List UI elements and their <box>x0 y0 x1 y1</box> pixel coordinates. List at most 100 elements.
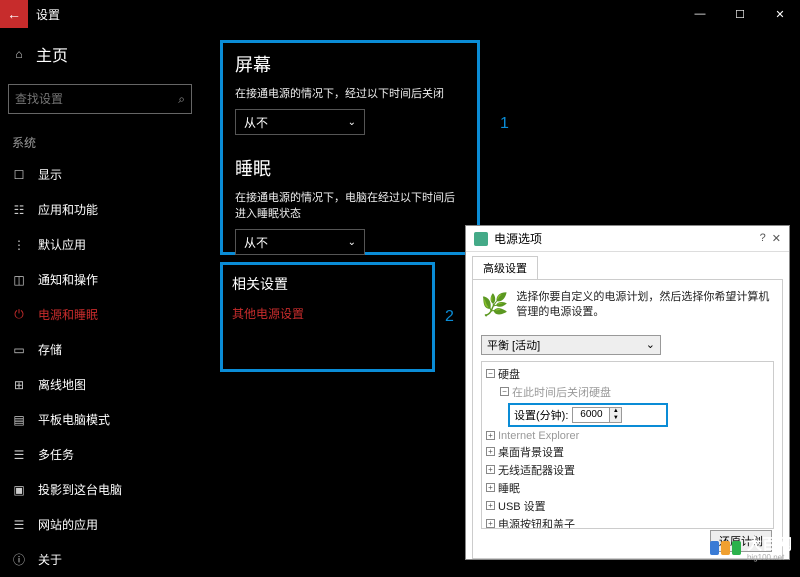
watermark: 大百网 big100.net <box>710 533 792 562</box>
tree-item[interactable]: +睡眠 <box>486 479 769 497</box>
sidebar-item-display[interactable]: ☐ 显示 <box>0 157 200 192</box>
close-button[interactable]: ✕ <box>760 0 800 28</box>
watermark-logo <box>710 541 741 555</box>
title-bar: ← 设置 — ☐ ✕ <box>0 0 800 28</box>
tree-item[interactable]: +USB 设置 <box>486 497 769 515</box>
tree-item-label: USB 设置 <box>498 498 546 514</box>
dialog-help-button[interactable]: ? <box>760 232 766 245</box>
tree-item-label: 在此时间后关闭硬盘 <box>512 384 611 400</box>
tree-item-label: 睡眠 <box>498 480 520 496</box>
timeout-value: 6000 <box>573 408 609 422</box>
expand-icon[interactable]: + <box>486 447 495 456</box>
annotation-number-1: 1 <box>500 115 509 133</box>
tree-item[interactable]: +无线适配器设置 <box>486 461 769 479</box>
expand-icon[interactable]: − <box>486 369 495 378</box>
watermark-url: big100.net <box>747 554 792 562</box>
tree-item-label: 桌面背景设置 <box>498 444 564 460</box>
tree-item-label: 无线适配器设置 <box>498 462 575 478</box>
dialog-title: 电源选项 <box>494 230 760 247</box>
annotation-number-2: 2 <box>445 308 454 326</box>
sleep-timeout-dropdown[interactable]: 从不 ⌄ <box>235 229 365 255</box>
dialog-body: 🌿 选择你要自定义的电源计划，然后选择你希望计算机管理的电源设置。 平衡 [活动… <box>472 279 783 559</box>
expand-icon[interactable]: − <box>500 387 509 396</box>
storage-icon: ▭ <box>12 343 26 357</box>
expand-icon[interactable]: + <box>486 501 495 510</box>
sidebar-item-storage[interactable]: ▭存储 <box>0 332 200 367</box>
other-power-settings-link[interactable]: 其他电源设置 <box>232 305 304 322</box>
advanced-tab[interactable]: 高级设置 <box>472 256 538 279</box>
sidebar-item-projecting[interactable]: ▣投影到这台电脑 <box>0 472 200 507</box>
offline-maps-icon: ⊞ <box>12 378 26 392</box>
sidebar-item-label: 默认应用 <box>38 236 86 253</box>
timeout-setting-row: 设置(分钟):6000▲▼ <box>508 403 668 427</box>
expand-icon[interactable]: + <box>486 431 495 440</box>
maximize-button[interactable]: ☐ <box>720 0 760 28</box>
expand-icon[interactable]: + <box>486 519 495 528</box>
expand-icon[interactable]: + <box>486 483 495 492</box>
section-label: 系统 <box>0 124 200 157</box>
settings-tree[interactable]: −硬盘−在此时间后关闭硬盘设置(分钟):6000▲▼+Internet Expl… <box>481 361 774 529</box>
sidebar-item-label: 应用和功能 <box>38 201 98 218</box>
tree-item[interactable]: −硬盘 <box>486 365 769 383</box>
search-icon: ⌕ <box>178 92 185 107</box>
chevron-down-icon: ⌄ <box>348 237 356 248</box>
power-options-dialog: 电源选项 ? ✕ 高级设置 🌿 选择你要自定义的电源计划，然后选择你希望计算机管… <box>465 225 790 560</box>
screen-desc: 在接通电源的情况下，经过以下时间后关闭 <box>235 85 465 101</box>
sidebar-item-offline-maps[interactable]: ⊞ 离线地图 <box>0 367 200 402</box>
watermark-brand: 大百网 <box>747 536 792 553</box>
dialog-title-bar: 电源选项 ? ✕ <box>466 226 789 252</box>
home-label: 主页 <box>36 42 68 66</box>
dialog-close-button[interactable]: ✕ <box>772 232 781 245</box>
sidebar-item-multitask[interactable]: ☰多任务 <box>0 437 200 472</box>
home-icon: ⌂ <box>12 47 26 61</box>
sidebar-item-default-apps[interactable]: ⋮默认应用 <box>0 227 200 262</box>
projecting-icon: ▣ <box>12 483 26 497</box>
sidebar-item-about[interactable]: ⓘ关于 <box>0 542 200 577</box>
power-plan-dropdown[interactable]: 平衡 [活动] ⌄ <box>481 335 661 355</box>
dialog-info-text: 选择你要自定义的电源计划，然后选择你希望计算机管理的电源设置。 <box>516 290 774 321</box>
websites-icon: ☰ <box>12 518 26 532</box>
tablet-icon: ▤ <box>12 413 26 427</box>
tree-item-label: 电源按钮和盖子 <box>498 516 575 529</box>
tree-item[interactable]: −在此时间后关闭硬盘 <box>486 383 769 401</box>
screen-timeout-dropdown[interactable]: 从不 ⌄ <box>235 109 365 135</box>
tree-item[interactable]: +电源按钮和盖子 <box>486 515 769 529</box>
power-sleep-icon: ⏻ <box>12 308 26 322</box>
sidebar-item-apps[interactable]: ☷ 应用和功能 <box>0 192 200 227</box>
display-icon: ☐ <box>12 168 26 182</box>
sleep-desc: 在接通电源的情况下，电脑在经过以下时间后进入睡眠状态 <box>235 189 465 221</box>
sidebar-item-label: 离线地图 <box>38 376 86 393</box>
sidebar-item-label: 通知和操作 <box>38 271 98 288</box>
screen-heading: 屏幕 <box>235 51 465 77</box>
sleep-heading: 睡眠 <box>235 155 465 181</box>
sidebar-item-label: 电源和睡眠 <box>38 306 98 323</box>
sidebar-item-notifications[interactable]: ◫ 通知和操作 <box>0 262 200 297</box>
chevron-down-icon: ⌄ <box>646 338 655 351</box>
sidebar-item-websites[interactable]: ☰ 网站的应用 <box>0 507 200 542</box>
sidebar-item-label: 显示 <box>38 166 62 183</box>
setting-label: 设置(分钟): <box>514 407 568 423</box>
power-plan-value: 平衡 [活动] <box>487 337 540 353</box>
spin-up-button[interactable]: ▲ <box>610 408 621 415</box>
back-button[interactable]: ← <box>0 0 28 28</box>
tree-item[interactable]: +桌面背景设置 <box>486 443 769 461</box>
notifications-icon: ◫ <box>12 273 26 287</box>
tree-item-label: 硬盘 <box>498 366 520 382</box>
search-input[interactable] <box>15 92 178 106</box>
sidebar-item-tablet[interactable]: ▤ 平板电脑模式 <box>0 402 200 437</box>
timeout-spinner[interactable]: 6000▲▼ <box>572 407 622 423</box>
sidebar-item-label: 多任务 <box>38 446 74 463</box>
tree-item[interactable]: +Internet Explorer <box>486 429 769 443</box>
minimize-button[interactable]: — <box>680 0 720 28</box>
screen-timeout-value: 从不 <box>244 114 268 131</box>
spin-down-button[interactable]: ▼ <box>610 415 621 422</box>
sidebar-item-power-sleep[interactable]: ⏻ 电源和睡眠 <box>0 297 200 332</box>
search-box[interactable]: ⌕ <box>8 84 192 114</box>
expand-icon[interactable]: + <box>486 465 495 474</box>
apps-icon: ☷ <box>12 203 26 217</box>
sidebar-item-label: 平板电脑模式 <box>38 411 110 428</box>
power-icon <box>474 232 488 246</box>
home-button[interactable]: ⌂ 主页 <box>0 34 200 74</box>
battery-icon: 🌿 <box>481 290 508 320</box>
sidebar-item-label: 网站的应用 <box>38 516 98 533</box>
